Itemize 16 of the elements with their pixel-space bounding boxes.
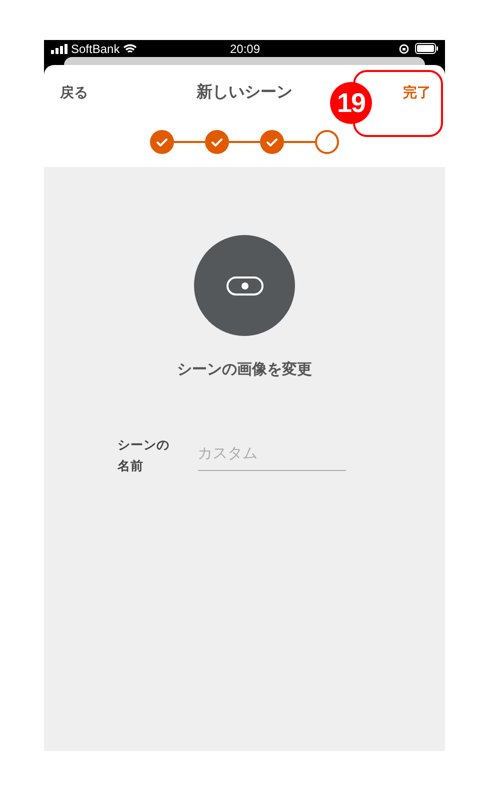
change-image-label: シーンの画像を変更 bbox=[177, 360, 312, 379]
wifi-icon bbox=[122, 44, 137, 54]
done-button[interactable]: 完了 bbox=[403, 84, 431, 102]
name-input-field[interactable]: カスタム bbox=[198, 438, 346, 471]
field-label: シーンの名前 bbox=[118, 436, 170, 475]
status-time: 20:09 bbox=[230, 42, 260, 56]
rotation-lock-icon bbox=[399, 44, 409, 54]
carrier-name: SoftBank bbox=[71, 42, 120, 56]
check-icon bbox=[156, 138, 168, 146]
check-icon bbox=[211, 138, 223, 146]
signal-icon bbox=[51, 44, 68, 54]
check-icon bbox=[266, 138, 278, 146]
toggle-icon bbox=[226, 276, 264, 296]
back-button[interactable]: 戻る bbox=[60, 84, 88, 102]
screen-title: 新しいシーン bbox=[196, 82, 292, 101]
battery-icon bbox=[415, 43, 439, 54]
